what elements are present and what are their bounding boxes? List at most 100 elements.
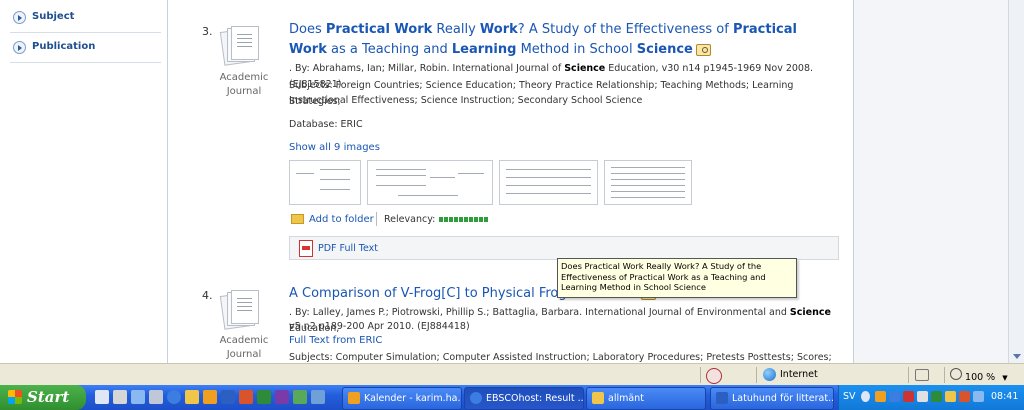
zoom-control[interactable]: 100 % ▼ <box>950 368 1008 383</box>
windows-logo-icon <box>8 390 22 404</box>
expand-icon[interactable] <box>13 11 26 24</box>
vertical-scrollbar[interactable] <box>1008 0 1024 363</box>
start-button[interactable]: Start <box>0 385 86 410</box>
byline-text: . By: Lalley, James P.; Piotrowski, Phil… <box>289 307 790 318</box>
system-tray: SV 08:41 <box>838 385 1024 410</box>
title-part[interactable]: Does <box>289 22 326 37</box>
tray-icon[interactable] <box>917 391 928 402</box>
relevancy-label: Relevancy: <box>384 214 436 225</box>
pdf-label[interactable]: PDF Full Text <box>318 243 378 254</box>
status-bar: Internet 100 % ▼ <box>0 363 1024 386</box>
word-icon[interactable] <box>221 390 235 404</box>
result-database: Database: ERIC <box>289 119 363 130</box>
protected-mode-icon[interactable] <box>915 369 929 381</box>
expand-icon[interactable] <box>13 41 26 54</box>
tray-icon[interactable] <box>959 391 970 402</box>
globe-icon <box>763 368 776 381</box>
tray-icon[interactable] <box>889 391 900 402</box>
powerpoint-icon[interactable] <box>239 390 253 404</box>
academic-journal-icon <box>219 290 259 330</box>
title-part[interactable]: Method in School <box>516 42 636 57</box>
title-tooltip: Does Practical Work Really Work? A Study… <box>557 258 797 298</box>
facet-subject[interactable]: Subject <box>10 3 161 33</box>
task-label[interactable]: allmänt <box>608 393 644 404</box>
image-thumbnail[interactable] <box>289 160 361 205</box>
ie-icon <box>470 392 482 404</box>
quicklaunch-icon[interactable] <box>131 390 145 404</box>
task-label[interactable]: Kalender - karim.ha... <box>364 393 461 404</box>
title-part[interactable]: as a Teaching and <box>327 42 452 57</box>
outlook-icon[interactable] <box>203 390 217 404</box>
language-indicator[interactable]: SV <box>843 391 856 402</box>
facet-label: Subject <box>32 11 75 22</box>
title-part[interactable]: Really <box>432 22 480 37</box>
publication-type: Academic Journal <box>219 335 269 360</box>
academic-journal-icon <box>219 26 259 66</box>
pdf-icon <box>299 240 313 257</box>
result-title[interactable]: Does Practical Work Really Work? A Study… <box>289 20 819 60</box>
result-byline: v5 n2 p189-200 Apr 2010. (EJ884418) <box>289 321 470 332</box>
volume-icon[interactable] <box>973 391 984 402</box>
image-thumbnail[interactable] <box>604 160 692 205</box>
outlook-icon <box>348 392 360 404</box>
clock[interactable]: 08:41 <box>991 391 1018 402</box>
task-label[interactable]: EBSCOhost: Result ... <box>486 393 583 404</box>
tray-icon[interactable] <box>945 391 956 402</box>
divider <box>376 212 377 226</box>
divider <box>167 0 168 363</box>
task-button[interactable]: EBSCOhost: Result ... <box>464 387 584 410</box>
title-part[interactable]: Learning <box>452 42 517 57</box>
tray-icon[interactable] <box>875 391 886 402</box>
result-number: 3. <box>202 25 213 38</box>
title-part[interactable]: Work <box>480 22 518 37</box>
tray-icon[interactable] <box>931 391 942 402</box>
quicklaunch-icon[interactable] <box>149 390 163 404</box>
quicklaunch-icon[interactable] <box>293 390 307 404</box>
relevancy-bar <box>439 217 490 222</box>
result-subjects: Instructional Effectiveness; Science Ins… <box>289 95 643 106</box>
task-button[interactable]: allmänt <box>586 387 706 410</box>
zone-label: Internet <box>780 369 818 380</box>
publication-type: Academic Journal <box>219 72 269 97</box>
chevron-down-icon[interactable]: ▼ <box>1002 374 1007 382</box>
preview-icon[interactable] <box>695 43 711 56</box>
ie-icon[interactable] <box>167 390 181 404</box>
full-text-link[interactable]: Full Text from ERIC <box>289 335 382 346</box>
facet-label: Publication <box>32 41 96 52</box>
task-button[interactable]: Kalender - karim.ha... <box>342 387 462 410</box>
result-number: 4. <box>202 289 213 302</box>
image-thumbnail[interactable] <box>367 160 493 205</box>
back-arrow-icon[interactable] <box>861 391 870 402</box>
relevancy: Relevancy: <box>384 212 524 228</box>
add-to-folder-link[interactable]: Add to folder <box>291 214 374 225</box>
right-panel <box>854 0 1008 363</box>
zoom-level[interactable]: 100 % <box>965 372 995 383</box>
task-label[interactable]: Latuhund för litterat... <box>732 393 833 404</box>
add-to-folder-label[interactable]: Add to folder <box>309 214 374 225</box>
image-thumbnail[interactable] <box>499 160 598 205</box>
quicklaunch-icon[interactable] <box>95 390 109 404</box>
scroll-down-icon[interactable] <box>1013 354 1021 359</box>
folder-icon[interactable] <box>185 390 199 404</box>
title-part[interactable]: Science <box>637 42 693 57</box>
security-icon <box>706 368 722 384</box>
quicklaunch-icon[interactable] <box>113 390 127 404</box>
show-images-link[interactable]: Show all 9 images <box>289 142 380 153</box>
start-label[interactable]: Start <box>27 388 69 406</box>
facet-publication[interactable]: Publication <box>10 33 161 63</box>
excel-icon[interactable] <box>257 390 271 404</box>
word-icon <box>716 392 728 404</box>
zoom-icon[interactable] <box>950 368 962 380</box>
browser-viewport: Subject Publication 3. Academic Journal … <box>0 0 1008 363</box>
onenote-icon[interactable] <box>275 390 289 404</box>
title-part[interactable]: Practical Work <box>326 22 432 37</box>
tray-icon[interactable] <box>903 391 914 402</box>
folder-icon <box>291 214 304 224</box>
byline-keyword: Science <box>789 307 831 318</box>
title-part[interactable]: ? A Study of the Effectiveness of <box>518 22 733 37</box>
task-button[interactable]: Latuhund för litterat... <box>710 387 834 410</box>
quicklaunch-icon[interactable] <box>311 390 325 404</box>
windows-taskbar: Start Kalender - karim.ha... EBSCOhost: … <box>0 385 1024 410</box>
byline-text: . By: Abrahams, Ian; Millar, Robin. Inte… <box>289 63 565 74</box>
pdf-full-text-link[interactable]: PDF Full Text <box>289 236 839 260</box>
